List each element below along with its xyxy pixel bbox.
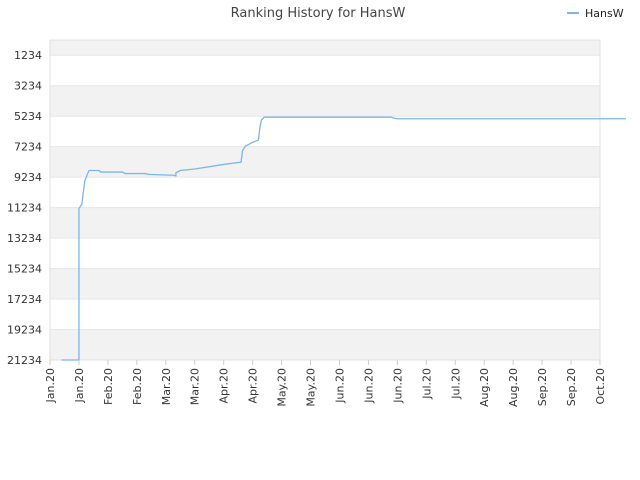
x-tick-label: Aug.20 [507, 368, 520, 407]
plot-band [50, 329, 600, 360]
plot-band [50, 268, 600, 300]
y-tick-label: 1234 [14, 49, 42, 62]
y-tick-label: 19234 [7, 324, 42, 337]
x-tick-label: Jan.20 [44, 368, 57, 403]
legend-label-hansw: HansW [585, 7, 624, 20]
x-tick-label: Jun.20 [391, 368, 404, 404]
plot-band [50, 40, 600, 56]
y-tick-label: 5234 [14, 110, 42, 123]
x-tick-label: Mar.20 [160, 368, 173, 405]
plot-bands [50, 40, 600, 360]
x-tick-label: Sep.20 [565, 368, 578, 406]
x-axis-ticks: Jan.20 Jan.20 Feb.20 Feb.20 Mar.20 Mar.20 Apr.… [44, 360, 607, 407]
chart-title: Ranking History for HansW [231, 6, 406, 21]
plot-band [50, 85, 600, 117]
x-tick-label: May.20 [305, 368, 318, 407]
y-tick-label: 7234 [14, 141, 42, 154]
x-tick-label: Feb.20 [102, 368, 115, 405]
x-tick-label: Sep.20 [536, 368, 549, 406]
x-tick-label: Jan.20 [73, 368, 86, 403]
x-tick-label: Aug.20 [478, 368, 491, 407]
x-tick-label: Mar.20 [189, 368, 202, 405]
x-tick-label: Apr.20 [247, 368, 260, 404]
x-tick-label: Jul.20 [420, 368, 433, 400]
x-tick-label: Jun.20 [362, 368, 375, 404]
y-tick-label: 21234 [7, 354, 42, 367]
x-tick-label: Apr.20 [218, 368, 231, 404]
y-tick-label: 17234 [7, 293, 42, 306]
y-tick-label: 9234 [14, 171, 42, 184]
y-tick-label: 13234 [7, 232, 42, 245]
y-tick-label: 11234 [7, 202, 42, 215]
x-tick-label: Jun.20 [333, 368, 346, 404]
plot-band [50, 207, 600, 239]
x-tick-label: Jul.20 [449, 368, 462, 400]
ranking-chart: 1234 3234 5234 7234 9234 11234 13234 15234 17234… [7, 6, 627, 407]
x-tick-label: Feb.20 [131, 368, 144, 405]
legend[interactable]: HansW [567, 7, 624, 20]
x-tick-label: May.20 [276, 368, 289, 407]
x-tick-label: Oct.20 [594, 368, 607, 405]
plot-band [50, 146, 600, 178]
y-axis-ticks: 1234 3234 5234 7234 9234 11234 13234 15234 17234… [7, 49, 42, 367]
y-tick-label: 15234 [7, 263, 42, 276]
y-tick-label: 3234 [14, 80, 42, 93]
